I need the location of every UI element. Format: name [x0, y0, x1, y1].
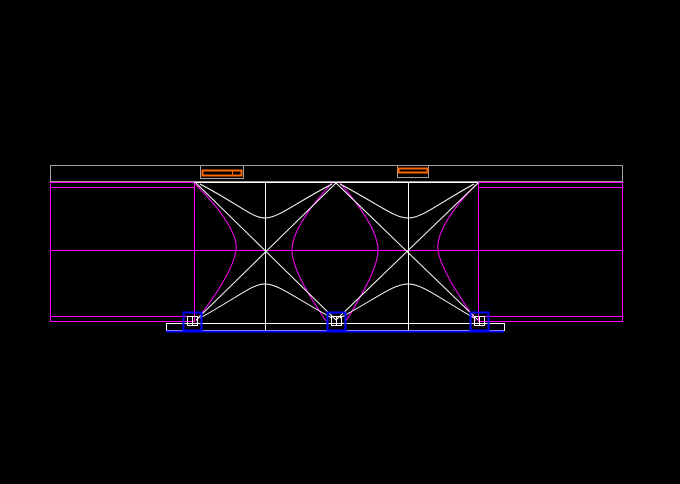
canvas-background — [0, 0, 680, 484]
cad-drawing-canvas — [0, 0, 680, 484]
